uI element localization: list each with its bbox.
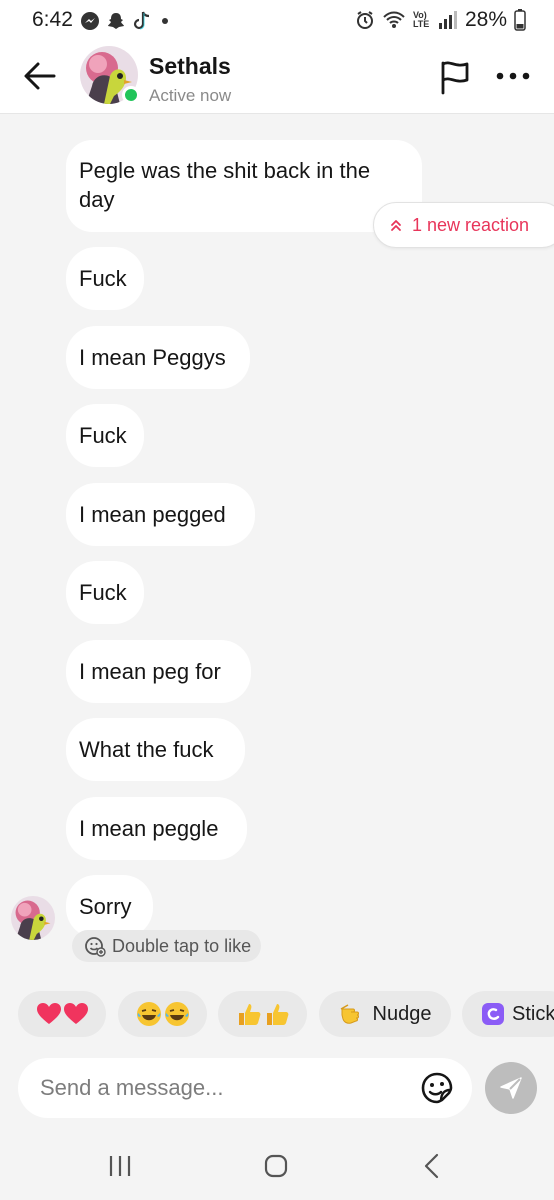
quick-reaction-thumbs[interactable] — [218, 991, 307, 1037]
send-icon — [500, 1077, 522, 1099]
new-reaction-button[interactable]: 1 new reaction — [373, 202, 554, 248]
message-bubble[interactable]: I mean peg for — [66, 640, 251, 703]
new-reaction-label: 1 new reaction — [412, 214, 530, 235]
emoji-sticker-icon[interactable] — [420, 1071, 454, 1105]
flag-icon[interactable] — [438, 59, 472, 95]
message-text: Fuck — [79, 423, 127, 448]
online-indicator — [122, 86, 140, 104]
quick-reaction-hearts[interactable] — [18, 991, 106, 1037]
messenger-icon — [81, 12, 99, 30]
double-chevron-up-icon — [391, 220, 401, 231]
message-text: Pegle was the shit back in the day — [79, 158, 371, 212]
message-bubble[interactable]: I mean Peggys — [66, 326, 250, 389]
tiktok-icon — [133, 11, 150, 30]
message-bubble[interactable]: Fuck — [66, 561, 144, 624]
send-button[interactable] — [485, 1062, 537, 1114]
message-bubble[interactable]: Fuck — [66, 247, 144, 310]
message-text: Fuck — [79, 266, 127, 291]
message-text: Sorry — [79, 894, 132, 919]
double-heart-icon — [36, 1002, 89, 1026]
network-label: Vo) LTE — [412, 10, 430, 29]
chat-header: Sethals Active now — [0, 44, 554, 114]
status-time: 6:42 — [32, 8, 73, 31]
message-bubble[interactable]: What the fuck — [66, 718, 245, 781]
recent-apps-button[interactable] — [98, 1148, 142, 1184]
system-back-button[interactable] — [410, 1148, 454, 1184]
nudge-label: Nudge — [372, 1002, 432, 1025]
home-icon — [264, 1154, 288, 1178]
dot-icon — [162, 18, 168, 24]
quick-reaction-nudge[interactable]: Nudge — [319, 991, 451, 1037]
sticker-label: Stick — [512, 1002, 554, 1025]
double-laugh-icon — [136, 1001, 190, 1027]
alarm-icon — [356, 11, 373, 29]
sticker-icon — [482, 1003, 504, 1025]
wifi-icon — [383, 11, 405, 28]
contact-status: Active now — [149, 86, 232, 105]
message-bubble[interactable]: I mean peggle — [66, 797, 247, 860]
recent-apps-icon — [109, 1156, 131, 1176]
double-tap-hint: Double tap to like — [72, 930, 262, 962]
message-text: I mean pegged — [79, 502, 226, 527]
message-text: I mean peggle — [79, 816, 219, 841]
battery-icon — [514, 9, 526, 31]
signal-icon — [438, 11, 457, 29]
pointing-hand-icon — [340, 1004, 359, 1024]
message-bubble[interactable]: Sorry — [66, 875, 153, 938]
quick-reaction-laugh[interactable] — [118, 991, 207, 1037]
system-nav-bar — [0, 1130, 554, 1200]
battery-percent: 28% — [464, 8, 507, 31]
notification-icons — [80, 10, 168, 32]
double-tap-label: Double tap to like — [112, 935, 252, 956]
message-bubble[interactable]: Pegle was the shit back in the day — [66, 140, 422, 232]
chevron-left-icon — [424, 1153, 439, 1179]
home-button[interactable] — [254, 1148, 298, 1184]
quick-reaction-sticker[interactable]: Stick — [462, 991, 554, 1037]
message-composer — [18, 1058, 472, 1118]
message-text: Fuck — [79, 580, 127, 605]
message-bubble[interactable]: I mean pegged — [66, 483, 255, 546]
contact-name[interactable]: Sethals — [149, 53, 231, 80]
message-text: I mean peg for — [79, 659, 221, 684]
sender-avatar[interactable] — [11, 896, 55, 940]
message-input[interactable] — [40, 1070, 400, 1106]
message-text: What the fuck — [79, 737, 214, 762]
double-thumbs-up-icon — [236, 1001, 290, 1027]
more-icon[interactable] — [494, 66, 534, 86]
system-icons: Vo) LTE 28% — [355, 8, 526, 32]
smile-add-icon — [85, 937, 106, 957]
message-bubble[interactable]: Fuck — [66, 404, 144, 467]
status-bar: 6:42 Vo) LTE 28% — [0, 0, 554, 44]
snapchat-icon — [108, 13, 124, 29]
message-text: I mean Peggys — [79, 345, 226, 370]
back-arrow-icon[interactable] — [22, 58, 58, 94]
contact-avatar[interactable] — [80, 46, 140, 104]
